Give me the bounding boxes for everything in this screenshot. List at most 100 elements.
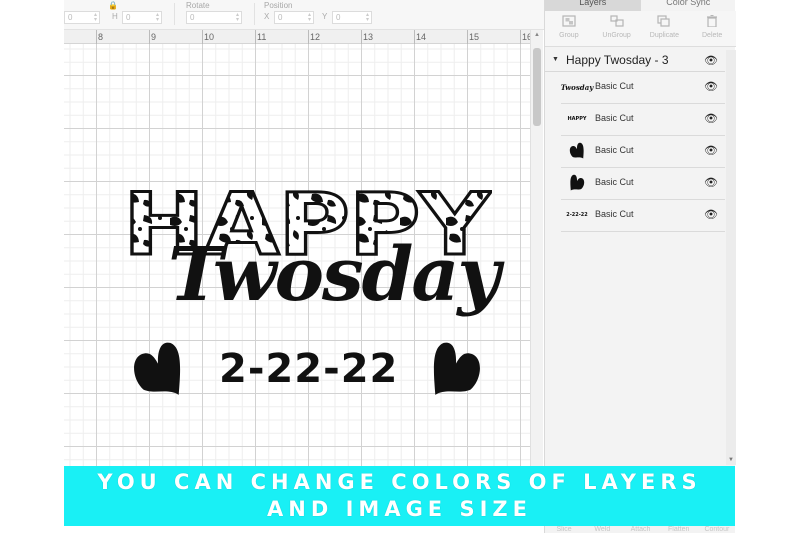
tab-layers[interactable]: Layers xyxy=(545,0,641,11)
ruler-tick xyxy=(96,30,97,44)
layer-label: Basic Cut xyxy=(595,81,634,91)
attach-button[interactable]: Attach xyxy=(621,526,659,533)
ruler-tick xyxy=(414,30,415,44)
heart-right-layer[interactable] xyxy=(430,340,482,400)
duplicate-label: Duplicate xyxy=(649,32,679,39)
flatten-button[interactable]: Flatten xyxy=(660,526,698,533)
weld-button[interactable]: Weld xyxy=(583,526,621,533)
duplicate-icon xyxy=(657,15,670,27)
layer-label: Basic Cut xyxy=(595,209,634,219)
ruler-tick xyxy=(467,30,468,44)
layer-item[interactable]: HAPPY Basic Cut 👁 xyxy=(561,104,725,136)
ruler-number: 11 xyxy=(257,32,267,42)
date-thumb-icon: 2-22-22 xyxy=(566,212,588,218)
x-field[interactable]: 0 ▴ ▾ xyxy=(274,11,314,24)
layer-item[interactable]: Basic Cut 👁 xyxy=(561,168,725,200)
ruler-number: 8 xyxy=(98,32,104,42)
rotate-field[interactable]: 0 ▴ ▾ xyxy=(186,11,242,24)
ruler-tick xyxy=(361,30,362,44)
height-spinner-icon[interactable]: ▴ ▾ xyxy=(156,12,159,23)
promo-banner: YOU CAN CHANGE COLORS OF LAYERS AND IMAG… xyxy=(64,466,735,526)
eye-icon[interactable]: 👁 xyxy=(704,176,718,189)
scrollbar-thumb[interactable] xyxy=(533,48,541,126)
eye-icon[interactable]: 👁 xyxy=(704,208,718,221)
eye-icon[interactable]: 👁 xyxy=(704,144,718,157)
heart-thumb-icon xyxy=(565,142,589,160)
eye-icon[interactable]: 👁 xyxy=(704,112,718,125)
width-field[interactable]: 0 ▴ ▾ xyxy=(64,11,100,24)
panel-scrollbar[interactable]: ▼ xyxy=(726,50,736,465)
scroll-down-icon[interactable]: ▼ xyxy=(728,457,734,463)
rotate-spinner-icon[interactable]: ▴ ▾ xyxy=(236,12,239,23)
x-spinner-icon[interactable]: ▴ ▾ xyxy=(308,12,311,23)
lock-icon[interactable]: 🔒 xyxy=(108,1,118,10)
group-label: Group xyxy=(559,32,579,39)
slice-button[interactable]: Slice xyxy=(545,526,583,533)
duplicate-button[interactable]: Duplicate xyxy=(641,11,689,46)
caret-down-icon[interactable]: ▼ xyxy=(552,56,559,63)
ruler-tick xyxy=(308,30,309,44)
banner-line-2: AND IMAGE SIZE xyxy=(267,497,532,521)
divider xyxy=(254,3,255,25)
panel-tabs: Layers Color Sync xyxy=(545,0,736,11)
rotate-value: 0 xyxy=(190,13,195,22)
layer-group-title: Happy Twosday - 3 xyxy=(566,53,669,67)
eye-icon[interactable]: 👁 xyxy=(704,80,718,93)
ruler-tick xyxy=(255,30,256,44)
ruler-number: 14 xyxy=(416,32,427,42)
delete-button[interactable]: Delete xyxy=(688,11,736,46)
ungroup-icon xyxy=(610,15,624,27)
layer-tools: Group UnGroup Duplicate Delete xyxy=(545,11,736,47)
y-label: Y xyxy=(322,12,328,21)
heart-thumb-icon xyxy=(565,174,589,192)
width-value: 0 xyxy=(68,13,73,22)
ruler-number: 12 xyxy=(310,32,321,42)
width-spinner-icon[interactable]: ▴ ▾ xyxy=(94,12,97,23)
twosday-text-layer[interactable]: Twosday xyxy=(168,232,500,318)
y-value: 0 xyxy=(336,13,341,22)
layer-item[interactable]: Basic Cut 👁 xyxy=(561,136,725,168)
heart-left-layer[interactable] xyxy=(132,340,184,400)
tab-color-sync[interactable]: Color Sync xyxy=(641,0,737,11)
x-value: 0 xyxy=(278,13,283,22)
happy-thumb-icon: HAPPY xyxy=(567,116,587,122)
layers-panel: Layers Color Sync Group UnGroup Duplicat… xyxy=(544,0,736,533)
scroll-up-icon[interactable]: ▲ xyxy=(534,32,540,38)
ruler-tick xyxy=(149,30,150,44)
ruler-tick xyxy=(520,30,521,44)
divider xyxy=(174,3,175,25)
ruler-number: 15 xyxy=(469,32,480,42)
eye-icon[interactable]: 👁 xyxy=(704,54,718,67)
group-button[interactable]: Group xyxy=(545,11,593,46)
group-icon xyxy=(562,15,576,27)
property-bar: 0 ▴ ▾ 🔒 H 0 ▴ ▾ Rotate 0 ▴ ▾ Position X 0 ▴ ▾ Y … xyxy=(64,0,544,30)
layer-item[interactable]: Twosday Basic Cut 👁 xyxy=(561,72,725,104)
canvas-scrollbar[interactable]: ▲ xyxy=(530,30,543,466)
delete-label: Delete xyxy=(702,32,723,39)
layer-label: Basic Cut xyxy=(595,113,634,123)
position-label: Position xyxy=(264,1,293,10)
horizontal-ruler: 8 9 10 11 12 13 14 15 16 xyxy=(64,30,532,44)
layer-item[interactable]: 2-22-22 Basic Cut 👁 xyxy=(561,200,725,232)
trash-icon xyxy=(707,15,718,27)
layer-label: Basic Cut xyxy=(595,177,634,187)
contour-button[interactable]: Contour xyxy=(698,526,736,533)
rotate-label: Rotate xyxy=(186,1,210,10)
y-spinner-icon[interactable]: ▴ ▾ xyxy=(366,12,369,23)
banner-line-1: YOU CAN CHANGE COLORS OF LAYERS xyxy=(97,470,702,494)
h-label: H xyxy=(112,12,118,21)
twosday-thumb-icon: Twosday xyxy=(560,82,594,92)
layer-label: Basic Cut xyxy=(595,145,634,155)
height-field[interactable]: 0 ▴ ▾ xyxy=(122,11,162,24)
layer-group-row[interactable]: ▼ Happy Twosday - 3 👁 xyxy=(545,50,725,72)
ruler-number: 10 xyxy=(204,32,215,42)
ruler-number: 13 xyxy=(363,32,374,42)
x-label: X xyxy=(264,12,270,21)
ungroup-button[interactable]: UnGroup xyxy=(593,11,641,46)
ruler-tick xyxy=(202,30,203,44)
date-text-layer[interactable]: 2-22-22 xyxy=(219,346,398,392)
y-field[interactable]: 0 ▴ ▾ xyxy=(332,11,372,24)
ruler-number: 9 xyxy=(151,32,157,42)
height-value: 0 xyxy=(126,13,131,22)
ungroup-label: UnGroup xyxy=(602,32,631,39)
